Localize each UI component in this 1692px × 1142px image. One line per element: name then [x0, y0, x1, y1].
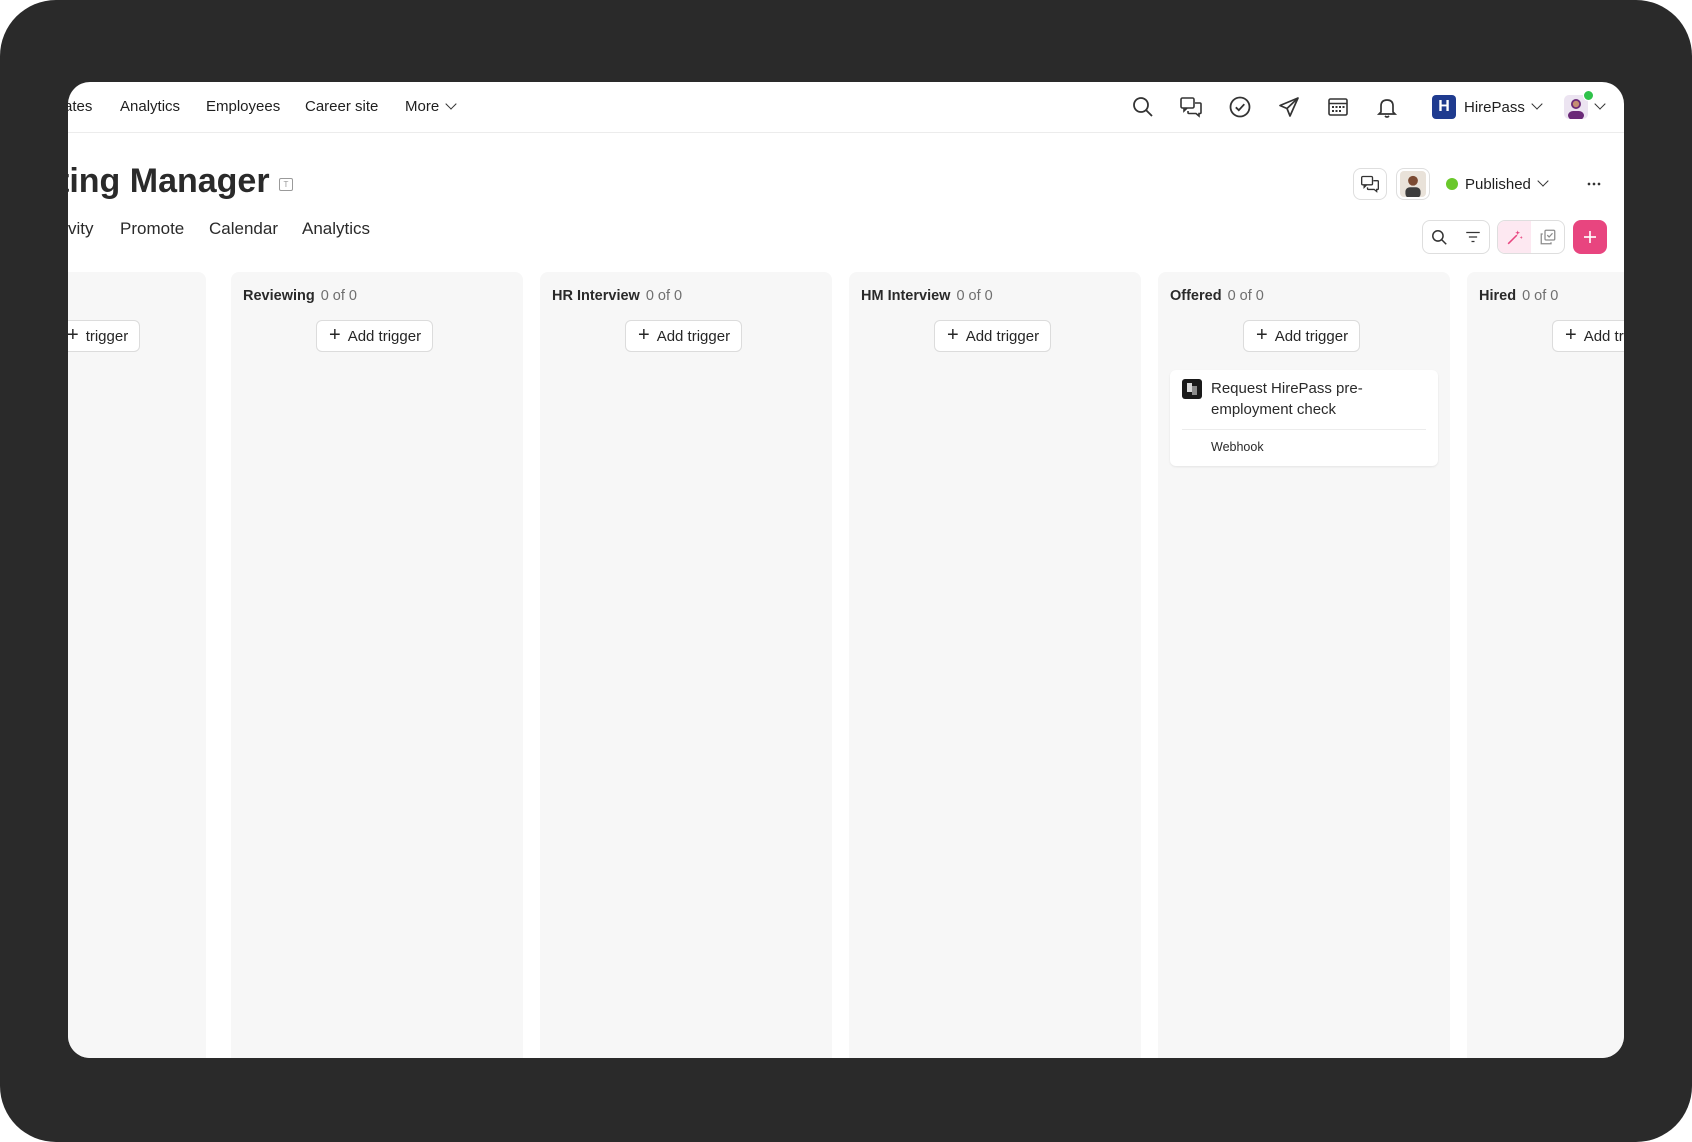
hiring-team-avatar-button[interactable]	[1396, 168, 1430, 200]
board-filter-button[interactable]	[1456, 221, 1489, 253]
add-trigger-button[interactable]: + Add trigger	[1243, 320, 1361, 352]
chevron-down-icon	[445, 98, 457, 110]
column-count: 0 of 0	[645, 288, 683, 304]
add-trigger-label: Add tr	[1583, 327, 1624, 345]
nav-link-candidates[interactable]: ates	[68, 82, 92, 132]
stage-column: + trigger	[68, 272, 206, 1058]
device-frame: ates Analytics Employees Career site Mor…	[0, 0, 1692, 1142]
tab-promote[interactable]: Promote	[120, 214, 184, 244]
column-name: Hired	[1479, 288, 1517, 304]
board-search-button[interactable]	[1423, 221, 1456, 253]
nav-more-menu[interactable]: More	[405, 82, 457, 132]
avatar	[1400, 171, 1426, 197]
org-switcher[interactable]: H HirePass	[1432, 91, 1543, 123]
stage-column-hr-interview: HR Interview 0 of 0 + Add trigger	[540, 272, 832, 1058]
status-label: Published	[1465, 175, 1531, 193]
chat-icon	[1361, 175, 1379, 193]
magic-wand-icon	[1507, 229, 1523, 244]
column-name: Offered	[1170, 288, 1222, 304]
column-count: 0 of 0	[956, 288, 993, 304]
column-header: Reviewing 0 of 0	[243, 288, 357, 304]
column-header: Offered 0 of 0	[1170, 288, 1264, 304]
column-count: 0 of 0	[320, 288, 357, 304]
comments-button[interactable]	[1353, 168, 1387, 200]
stage-column-offered: Offered 0 of 0 + Add trigger Request HireP…	[1158, 272, 1450, 1058]
add-trigger-button[interactable]: + Add tr	[1552, 320, 1624, 352]
column-count: 0 of 0	[1522, 288, 1559, 304]
add-trigger-label: Add trigger	[965, 327, 1040, 345]
send-icon[interactable]	[1275, 93, 1303, 121]
add-trigger-button[interactable]: + Add trigger	[316, 320, 434, 352]
add-button[interactable]	[1573, 220, 1607, 254]
plus-icon: +	[638, 324, 650, 346]
column-header: HM Interview 0 of 0	[861, 288, 993, 304]
status-indicator-dot	[1446, 178, 1458, 190]
app-window: ates Analytics Employees Career site Mor…	[68, 82, 1624, 1058]
search-icon[interactable]	[1129, 93, 1157, 121]
add-trigger-label: Add trigger	[1274, 327, 1349, 345]
board-view-toggle	[1497, 220, 1565, 254]
org-badge: H	[1432, 95, 1456, 119]
tab-activity[interactable]: vity	[68, 214, 94, 244]
text-info-icon[interactable]: T	[279, 178, 293, 191]
tab-analytics[interactable]: Analytics	[302, 214, 370, 244]
plus-icon: +	[947, 324, 959, 346]
top-navigation: ates Analytics Employees Career site Mor…	[68, 82, 1624, 133]
check-circle-icon[interactable]	[1226, 93, 1254, 121]
plus-icon: +	[1256, 324, 1268, 346]
copy-check-icon	[1540, 229, 1555, 245]
nav-link-career-site[interactable]: Career site	[305, 82, 378, 132]
chat-icon[interactable]	[1177, 93, 1205, 121]
tasks-view-button[interactable]	[1531, 221, 1564, 253]
stage-column-hired: Hired 0 of 0 + Add tr	[1467, 272, 1624, 1058]
page-title: ting Manager	[68, 162, 270, 200]
add-trigger-label: Add trigger	[656, 327, 731, 345]
filter-icon	[1465, 231, 1480, 243]
tab-calendar[interactable]: Calendar	[209, 214, 278, 244]
pipeline-board: + trigger Reviewing 0 of 0 + Add trigger HR…	[68, 272, 1624, 1058]
stage-column-reviewing: Reviewing 0 of 0 + Add trigger	[231, 272, 523, 1058]
column-count: 0 of 0	[1227, 288, 1264, 304]
add-trigger-button[interactable]: + trigger	[68, 320, 141, 352]
chevron-down-icon	[1531, 98, 1543, 110]
trigger-card[interactable]: Request HirePass pre-employment check We…	[1170, 370, 1438, 466]
plus-icon: +	[329, 324, 341, 346]
plus-icon: +	[1565, 324, 1577, 346]
chevron-down-icon	[1537, 175, 1549, 187]
stage-column-hm-interview: HM Interview 0 of 0 + Add trigger	[849, 272, 1141, 1058]
board-search-filter-group	[1422, 220, 1490, 254]
nav-more-label: More	[405, 98, 440, 115]
bell-icon[interactable]	[1373, 93, 1401, 121]
column-name: Reviewing	[243, 288, 315, 304]
chevron-down-icon	[1594, 98, 1606, 110]
nav-link-employees[interactable]: Employees	[206, 82, 280, 132]
calendar-icon[interactable]	[1324, 93, 1352, 121]
add-trigger-label: trigger	[85, 327, 129, 345]
more-options-button[interactable]	[1578, 168, 1610, 200]
trigger-type: Webhook	[1211, 440, 1264, 454]
add-trigger-label: Add trigger	[347, 327, 422, 345]
nav-link-analytics[interactable]: Analytics	[120, 82, 180, 132]
automation-view-button[interactable]	[1498, 221, 1531, 253]
column-header: HR Interview 0 of 0	[552, 288, 682, 304]
plus-icon	[1584, 231, 1596, 243]
add-trigger-button[interactable]: + Add trigger	[934, 320, 1052, 352]
add-trigger-button[interactable]: + Add trigger	[625, 320, 743, 352]
hirepass-logo-icon	[1182, 379, 1202, 399]
column-name: HM Interview	[861, 288, 951, 304]
ellipsis-icon	[1587, 182, 1601, 186]
search-icon	[1432, 229, 1447, 245]
column-name: HR Interview	[552, 288, 640, 304]
column-header: Hired 0 of 0	[1479, 288, 1558, 304]
trigger-title: Request HirePass pre-employment check	[1211, 380, 1363, 418]
divider	[1182, 429, 1426, 430]
plus-icon: +	[68, 324, 79, 346]
status-dropdown[interactable]: Published	[1446, 168, 1549, 200]
org-name: HirePass	[1464, 98, 1525, 116]
online-status-dot	[1583, 90, 1594, 101]
